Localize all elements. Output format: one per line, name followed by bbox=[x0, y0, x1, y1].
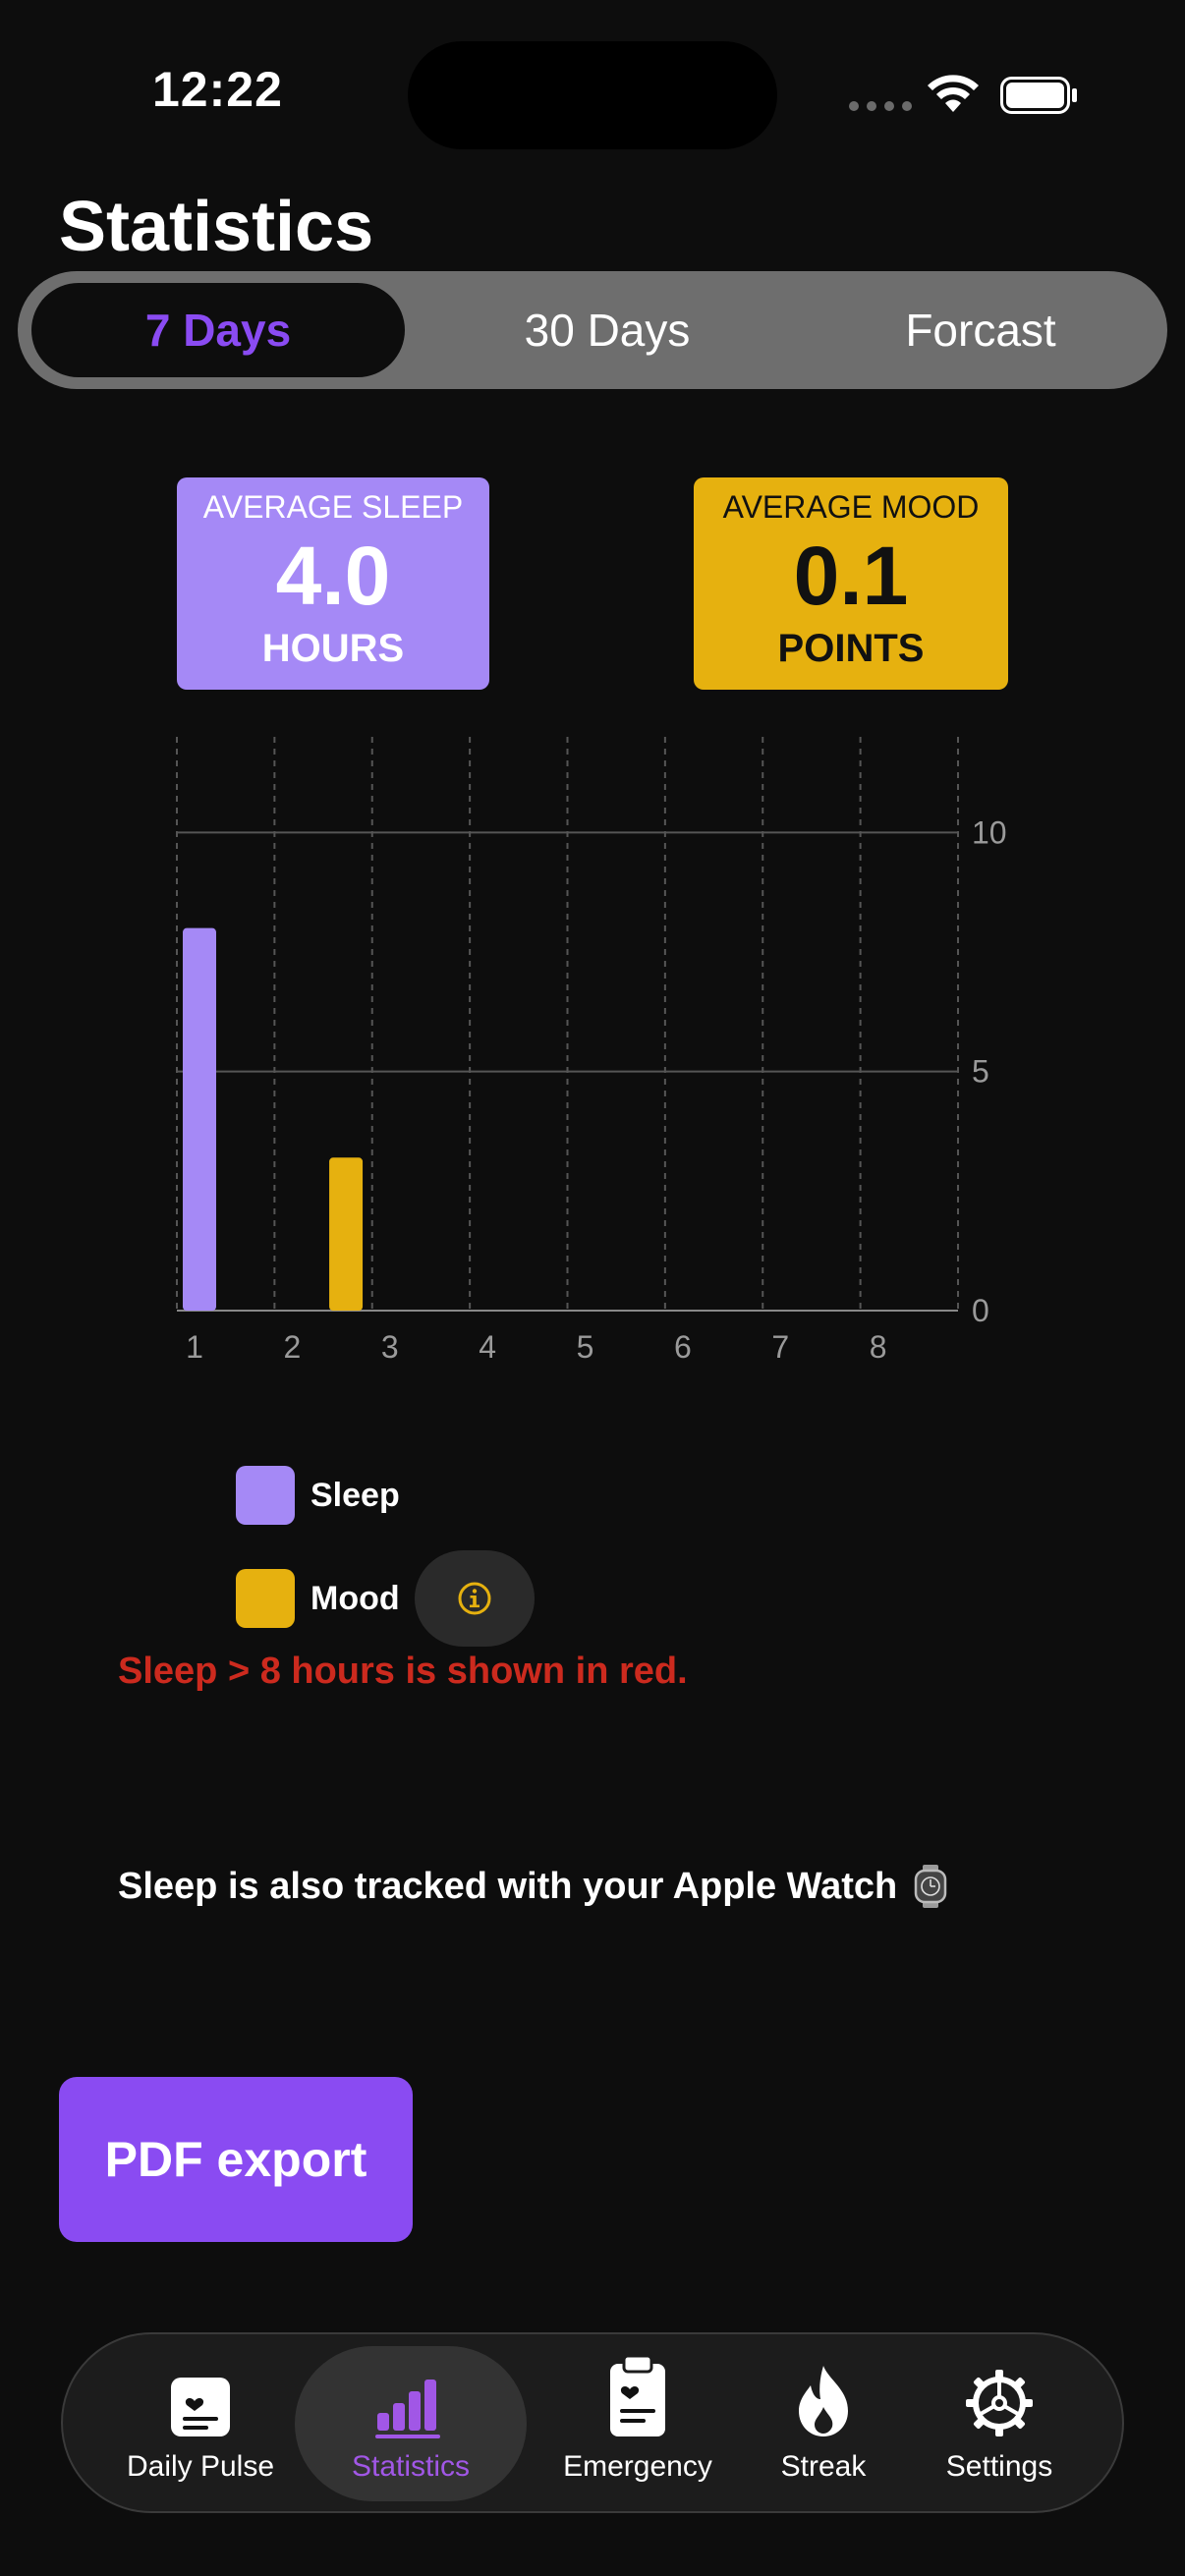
battery-icon bbox=[1000, 77, 1077, 114]
tab-forecast[interactable]: Forcast bbox=[804, 283, 1157, 377]
legend-swatch-mood bbox=[236, 1569, 295, 1628]
tab-30-days[interactable]: 30 Days bbox=[421, 283, 794, 377]
x-tick-label: 1 bbox=[186, 1329, 203, 1365]
legend-label-mood: Mood bbox=[310, 1579, 400, 1617]
tab-daily-pulse-label: Daily Pulse bbox=[126, 2450, 275, 2483]
average-mood-unit: POINTS bbox=[777, 627, 925, 670]
legend-item-mood: Mood bbox=[236, 1569, 400, 1628]
tab-7-days[interactable]: 7 Days bbox=[31, 283, 405, 377]
sleep-mood-chart: 0 5 10 1 2 3 4 5 6 7 8 bbox=[147, 717, 1051, 1375]
info-button[interactable] bbox=[415, 1550, 535, 1647]
chart-svg: 0 5 10 1 2 3 4 5 6 7 8 bbox=[176, 737, 1007, 1365]
x-tick-label: 6 bbox=[674, 1329, 692, 1365]
apple-watch-note-text: Sleep is also tracked with your Apple Wa… bbox=[118, 1865, 898, 1907]
clipboard-heart-icon bbox=[610, 2354, 665, 2436]
x-tick-label: 8 bbox=[870, 1329, 887, 1365]
heart-note-icon bbox=[171, 2378, 230, 2436]
range-segmented-control: 7 Days 30 Days Forcast bbox=[18, 271, 1167, 389]
x-tick-label: 3 bbox=[381, 1329, 399, 1365]
gear-icon bbox=[966, 2370, 1033, 2436]
average-mood-caption: AVERAGE MOOD bbox=[722, 489, 980, 525]
average-sleep-caption: AVERAGE SLEEP bbox=[202, 489, 464, 525]
tab-settings-label: Settings bbox=[945, 2450, 1053, 2483]
average-mood-card: AVERAGE MOOD 0.1 POINTS bbox=[694, 477, 1008, 690]
tab-streak-label: Streak bbox=[780, 2450, 867, 2483]
average-sleep-card: AVERAGE SLEEP 4.0 HOURS bbox=[177, 477, 489, 690]
info-circle-icon bbox=[458, 1582, 491, 1615]
x-tick-label: 4 bbox=[479, 1329, 496, 1365]
bar-mood bbox=[329, 1157, 364, 1311]
x-tick-label: 5 bbox=[577, 1329, 594, 1365]
legend-swatch-sleep bbox=[236, 1466, 295, 1525]
status-time: 12:22 bbox=[152, 62, 283, 117]
tab-emergency-label: Emergency bbox=[563, 2450, 712, 2483]
tab-bar: Daily Pulse Statistics Emergency Streak … bbox=[61, 2332, 1124, 2513]
dynamic-island bbox=[408, 41, 777, 149]
average-mood-value: 0.1 bbox=[793, 530, 909, 622]
y-tick-label: 0 bbox=[972, 1293, 989, 1328]
bar-sleep bbox=[183, 927, 216, 1311]
x-tick-label: 7 bbox=[771, 1329, 789, 1365]
wifi-icon bbox=[928, 75, 979, 112]
pdf-export-button[interactable]: PDF export bbox=[59, 2077, 413, 2242]
legend-item-sleep: Sleep bbox=[236, 1466, 400, 1525]
legend-label-sleep: Sleep bbox=[310, 1476, 400, 1514]
x-tick-label: 2 bbox=[283, 1329, 301, 1365]
page-title: Statistics bbox=[59, 188, 374, 266]
signal-dots-icon bbox=[849, 101, 912, 111]
tab-settings[interactable]: Settings bbox=[906, 2346, 1093, 2501]
tab-statistics-label: Statistics bbox=[351, 2450, 471, 2483]
tab-statistics[interactable]: Statistics bbox=[295, 2346, 527, 2501]
average-sleep-unit: HOURS bbox=[261, 627, 405, 670]
apple-watch-note: Sleep is also tracked with your Apple Wa… bbox=[118, 1865, 948, 1908]
tab-daily-pulse[interactable]: Daily Pulse bbox=[102, 2346, 299, 2501]
y-tick-label: 5 bbox=[972, 1054, 989, 1090]
apple-watch-icon bbox=[915, 1865, 947, 1908]
tab-emergency[interactable]: Emergency bbox=[535, 2346, 741, 2501]
sleep-threshold-note: Sleep > 8 hours is shown in red. bbox=[118, 1651, 688, 1692]
bar-chart-icon bbox=[375, 2380, 440, 2438]
average-sleep-value: 4.0 bbox=[275, 530, 391, 622]
tab-streak[interactable]: Streak bbox=[745, 2346, 902, 2501]
y-tick-label: 10 bbox=[972, 814, 1007, 850]
flame-icon bbox=[799, 2366, 848, 2436]
